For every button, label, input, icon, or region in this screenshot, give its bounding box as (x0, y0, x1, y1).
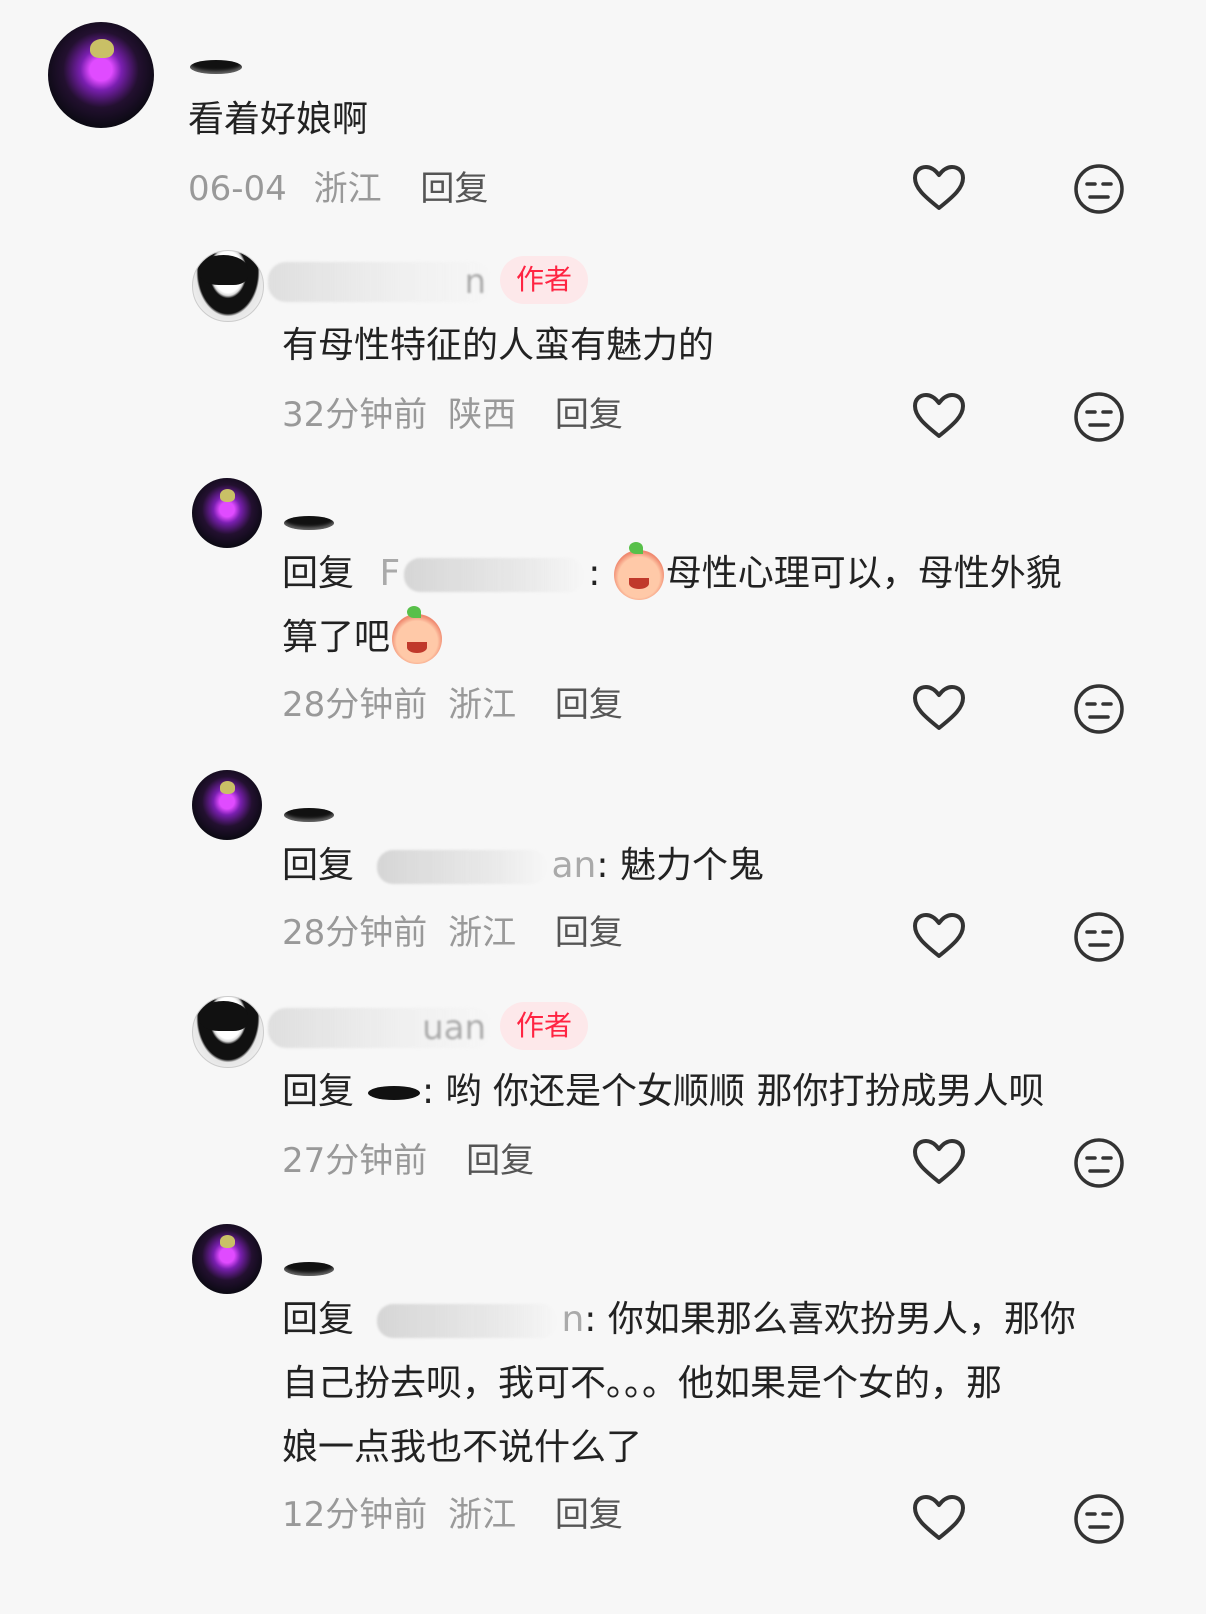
comment-location: 陕西 (448, 395, 517, 435)
comment-time: 12分钟前 (282, 1495, 428, 1535)
comment-location: 浙江 (313, 169, 382, 209)
comment-text: 回复 F: 母性心理可以，母性外貌 算了吧 (282, 542, 1142, 670)
dislike-icon[interactable] (1072, 1492, 1126, 1546)
reply-button[interactable]: 回复 (555, 395, 623, 435)
comment-body: 哟 你还是个女顺顺 那你打扮成男人呗 (445, 1071, 1045, 1112)
comment-text: 回复 n: 你如果那么喜欢扮男人，那你 自己扮去呗，我可不。。。他如果是个女的，… (282, 1299, 1076, 1468)
reply-target-mask (377, 850, 548, 884)
username[interactable] (190, 60, 242, 74)
like-icon[interactable] (912, 1494, 966, 1542)
dislike-icon[interactable] (1072, 1136, 1126, 1190)
comment-body-line3: 娘一点我也不说什么了 (282, 1427, 643, 1468)
username[interactable] (284, 516, 334, 530)
comment-time: 27分钟前 (282, 1141, 428, 1181)
reply-button[interactable]: 回复 (555, 913, 623, 953)
comment-time: 28分钟前 (282, 685, 428, 725)
reply-button[interactable]: 回复 (420, 169, 488, 209)
comment-meta: 32分钟前 陕西 回复 (282, 390, 623, 440)
comment-text: 看着好娘啊 (188, 99, 369, 140)
crying-laughing-emoji (613, 542, 664, 600)
reply-target[interactable] (368, 1086, 421, 1100)
reply-prefix: 回复 (282, 1299, 355, 1340)
avatar[interactable] (192, 1224, 262, 1294)
comment-meta: 27分钟前 回复 (282, 1136, 534, 1186)
avatar[interactable] (192, 478, 262, 548)
comment-location: 浙江 (448, 685, 517, 725)
avatar[interactable] (192, 250, 264, 322)
reply-button[interactable]: 回复 (466, 1141, 534, 1181)
reply-target[interactable]: F (379, 553, 400, 594)
like-icon[interactable] (912, 912, 966, 960)
comment-body-line2: 自己扮去呗，我可不。。。他如果是个女的，那 (282, 1363, 1003, 1404)
username[interactable] (284, 808, 334, 822)
like-icon[interactable] (912, 1138, 966, 1186)
dislike-icon[interactable] (1072, 682, 1126, 736)
reply-target[interactable]: n (561, 1299, 584, 1340)
username[interactable] (284, 1262, 334, 1276)
like-icon[interactable] (912, 164, 966, 212)
reply-button[interactable]: 回复 (555, 1495, 623, 1535)
like-icon[interactable] (912, 684, 966, 732)
avatar[interactable] (48, 22, 154, 128)
comment-meta: 12分钟前 浙江 回复 (282, 1490, 623, 1540)
author-badge: 作者 (500, 1002, 589, 1050)
reply-prefix: 回复 (282, 553, 355, 594)
comment-meta: 06-04 浙江 回复 (188, 164, 488, 214)
dislike-icon[interactable] (1072, 910, 1126, 964)
reply-button[interactable]: 回复 (555, 685, 623, 725)
comment-text: 有母性特征的人蛮有魅力的 (282, 325, 715, 366)
reply-prefix: 回复 (282, 1071, 355, 1112)
reply-target-mask (377, 1304, 558, 1338)
like-icon[interactable] (912, 392, 966, 440)
comment-meta: 28分钟前 浙江 回复 (282, 680, 623, 730)
username[interactable]: uan (268, 1008, 492, 1048)
comment-body-line1: 你如果那么喜欢扮男人，那你 (607, 1299, 1076, 1340)
reply-target[interactable]: an (551, 845, 596, 886)
avatar[interactable] (192, 996, 264, 1068)
comment-time: 32分钟前 (282, 395, 428, 435)
reply-prefix: 回复 (282, 845, 355, 886)
comment-time: 28分钟前 (282, 913, 428, 953)
comment-body-line2: 算了吧 (282, 617, 391, 658)
crying-laughing-emoji (392, 606, 443, 664)
dislike-icon[interactable] (1072, 162, 1126, 216)
username[interactable]: n (268, 262, 492, 302)
reply-target-mask (404, 558, 585, 592)
avatar[interactable] (192, 770, 262, 840)
comment-location: 浙江 (448, 1495, 517, 1535)
author-badge: 作者 (500, 256, 589, 304)
comment-meta: 28分钟前 浙江 回复 (282, 908, 623, 958)
comment-time: 06-04 (188, 169, 287, 209)
comment-body: 魅力个鬼 (619, 845, 764, 886)
comment-body: 母性心理可以，母性外貌 (665, 553, 1062, 594)
comment-text: 回复: 哟 你还是个女顺顺 那你打扮成男人呗 (282, 1071, 1045, 1112)
dislike-icon[interactable] (1072, 390, 1126, 444)
comment-location: 浙江 (448, 913, 517, 953)
comment-text: 回复 an: 魅力个鬼 (282, 845, 764, 886)
